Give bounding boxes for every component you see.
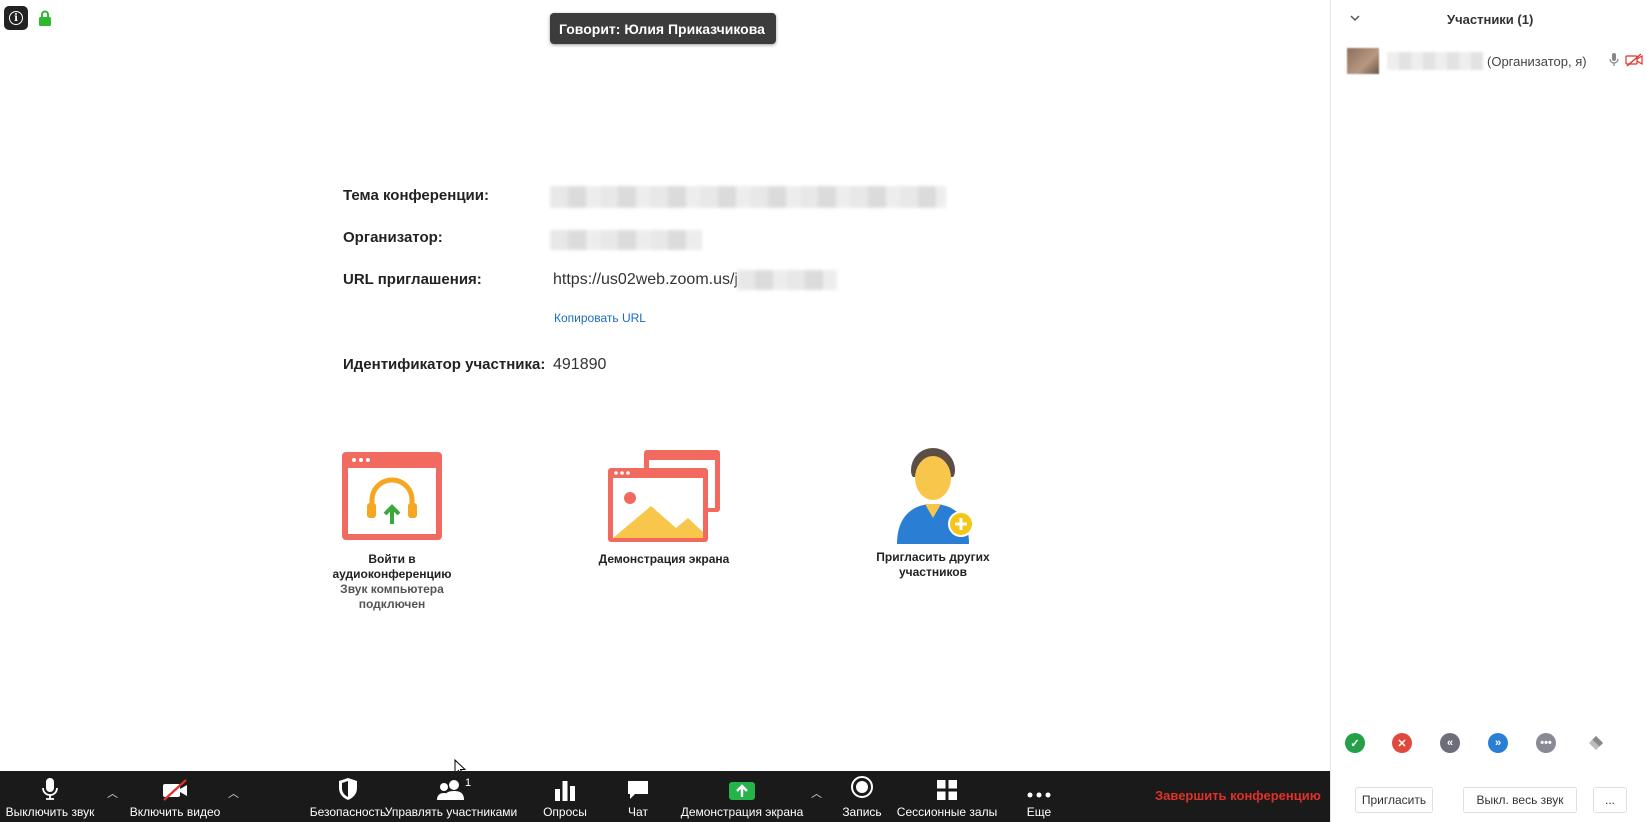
invite-participants-action[interactable]: Пригласить других участников <box>858 444 1008 580</box>
breakout-grid-icon <box>937 780 957 800</box>
share-screen-arrow-icon <box>729 782 755 800</box>
share-screen-label: Демонстрация экрана <box>598 552 730 566</box>
participants-panel: Участники (1) (Организатор, я) ✓ ✕ « » •… <box>1330 0 1647 822</box>
encryption-lock-icon[interactable] <box>38 10 52 26</box>
feedback-faster-icon[interactable]: » <box>1488 733 1508 753</box>
more-label: Еще <box>1026 805 1052 819</box>
organizer-label: Организатор: <box>343 229 443 246</box>
participant-id-value: 491890 <box>553 356 607 373</box>
security-label: Безопасность <box>309 805 387 819</box>
invite-url-label: URL приглашения: <box>343 271 482 288</box>
join-audio-sublabel: Звук компьютера подключен <box>340 582 444 611</box>
participant-row[interactable]: (Организатор, я) <box>1347 48 1643 76</box>
share-screen-button[interactable]: Демонстрация экрана <box>680 771 804 822</box>
feedback-yes-icon[interactable]: ✓ <box>1345 733 1365 753</box>
participant-name-blurred <box>1387 52 1483 70</box>
polls-bar-chart-icon <box>555 781 575 801</box>
share-options-caret-icon[interactable]: ︿ <box>811 785 822 801</box>
video-options-caret-icon[interactable]: ︿ <box>228 785 239 801</box>
mute-label: Выключить звук <box>5 805 95 819</box>
audio-options-caret-icon[interactable]: ︿ <box>107 785 118 801</box>
participant-id-label: Идентификатор участника: <box>343 356 546 373</box>
polls-button[interactable]: Опросы <box>530 771 600 822</box>
manage-participants-label: Управлять участниками <box>384 805 518 819</box>
zoom-window: i Говорит: Юлия Приказчикова Тема конфер… <box>0 0 1647 822</box>
invite-person-icon <box>897 448 974 544</box>
shield-icon <box>339 778 357 800</box>
more-button[interactable]: Еще <box>1008 771 1070 822</box>
active-speaker-tooltip: Говорит: Юлия Приказчикова <box>550 13 776 44</box>
microphone-icon <box>42 778 58 800</box>
collapse-chevron-icon[interactable] <box>1349 12 1361 24</box>
participant-video-off-icon <box>1625 53 1643 67</box>
participant-mic-icon <box>1609 53 1619 66</box>
meeting-info-icon[interactable]: i <box>4 6 28 30</box>
chat-button[interactable]: Чат <box>606 771 670 822</box>
meeting-toolbar: Выключить звук ︿ Включить видео ︿ Безопа… <box>0 771 1330 822</box>
avatar <box>1347 48 1379 74</box>
video-off-icon <box>163 779 187 801</box>
record-icon <box>851 776 873 798</box>
invite-url-value: https://us02web.zoom.us/j <box>553 271 738 288</box>
mute-button[interactable]: Выключить звук <box>0 771 100 822</box>
copy-url-link[interactable]: Копировать URL <box>554 311 646 325</box>
panel-title: Участники (1) <box>1447 12 1534 27</box>
invite-button[interactable]: Пригласить <box>1355 787 1433 813</box>
clear-feedback-eraser-icon[interactable] <box>1587 734 1605 752</box>
organizer-value-blurred <box>550 230 702 250</box>
panel-more-button[interactable]: ... <box>1593 787 1627 813</box>
chat-bubble-icon <box>628 781 648 799</box>
chat-label: Чат <box>628 805 648 819</box>
participants-count-badge: 1 <box>465 777 472 789</box>
participants-icon <box>437 780 464 800</box>
manage-participants-button[interactable]: 1 Управлять участниками <box>384 771 518 822</box>
more-dots-icon <box>1027 792 1051 798</box>
start-video-button[interactable]: Включить видео <box>125 771 225 822</box>
feedback-row: ✓ ✕ « » ••• <box>1345 733 1645 757</box>
join-audio-label: Войти в аудиоконференцию <box>332 552 452 581</box>
topic-value-blurred <box>550 186 946 208</box>
mute-all-button[interactable]: Выкл. весь звук <box>1463 787 1577 813</box>
share-screen-icon <box>608 450 720 542</box>
invite-url-blurred <box>737 270 837 290</box>
feedback-more-icon[interactable]: ••• <box>1536 733 1556 753</box>
feedback-no-icon[interactable]: ✕ <box>1392 733 1412 753</box>
join-audio-action[interactable]: Войти в аудиоконференцию Звук компьютера… <box>318 448 466 612</box>
share-screen-action[interactable]: Демонстрация экрана <box>590 448 738 567</box>
record-label: Запись <box>842 805 882 819</box>
top-left-icons: i <box>4 6 52 30</box>
meeting-main-area: i Говорит: Юлия Приказчикова Тема конфер… <box>0 0 1330 777</box>
polls-label: Опросы <box>543 805 587 819</box>
participant-role: (Организатор, я) <box>1487 54 1587 69</box>
security-button[interactable]: Безопасность <box>306 771 390 822</box>
breakout-rooms-label: Сессионные залы <box>896 805 998 819</box>
topic-label: Тема конференции: <box>343 187 489 204</box>
record-button[interactable]: Запись <box>832 771 892 822</box>
join-audio-icon <box>342 452 442 540</box>
share-screen-button-label: Демонстрация экрана <box>680 805 804 819</box>
panel-header: Участники (1) <box>1331 0 1647 38</box>
breakout-rooms-button[interactable]: Сессионные залы <box>896 771 998 822</box>
invite-participants-label: Пригласить других участников <box>876 550 990 579</box>
feedback-slower-icon[interactable]: « <box>1440 733 1460 753</box>
end-meeting-button[interactable]: Завершить конференцию <box>1155 788 1321 803</box>
start-video-label: Включить видео <box>129 805 221 819</box>
